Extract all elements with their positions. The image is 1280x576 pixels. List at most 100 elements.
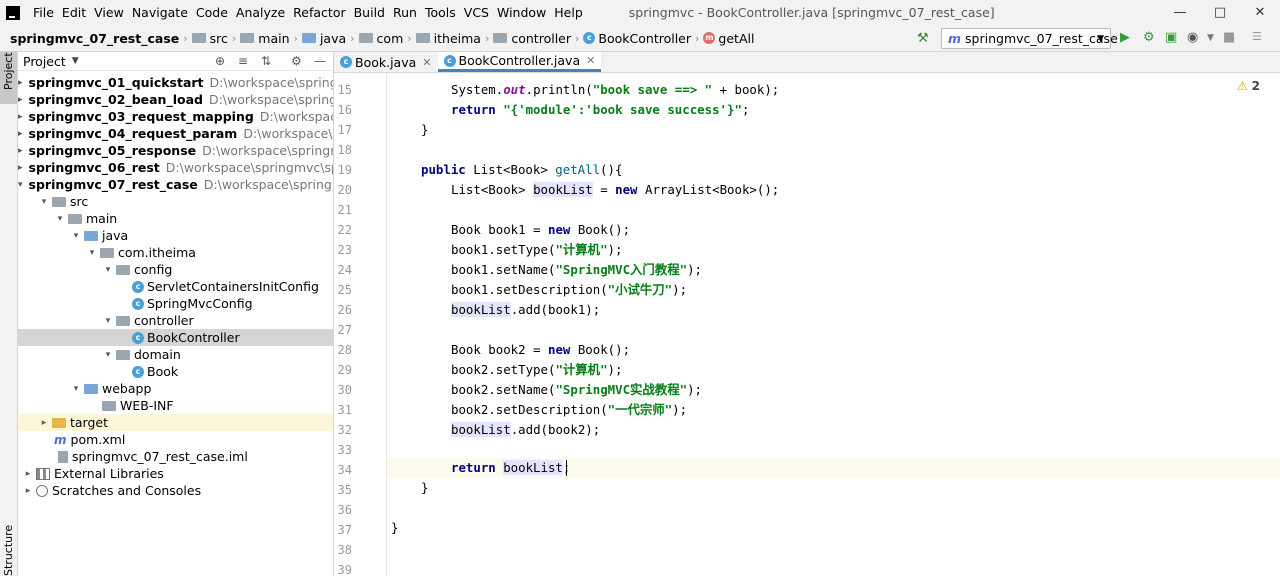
tree-item-class[interactable]: c Book — [18, 363, 333, 380]
chevron-right-icon[interactable]: ▸ — [18, 78, 23, 88]
tree-item-module[interactable]: ▾ springmvc_07_rest_case D:\workspace\spri… — [18, 176, 333, 193]
breadcrumb-project[interactable]: springmvc_07_rest_case — [10, 31, 179, 46]
tree-item-module[interactable]: ▸ springmvc_01_quickstart D:\workspace\spr… — [18, 74, 333, 91]
breadcrumb-com[interactable]: com — [358, 31, 403, 46]
run-icon[interactable]: ▶ — [1120, 30, 1130, 45]
tree-item-module[interactable]: ▸ springmvc_04_request_param D:\workspace\… — [18, 125, 333, 142]
breadcrumb-java[interactable]: java — [301, 31, 346, 46]
menu-help[interactable]: Help — [550, 0, 587, 25]
menu-vcs[interactable]: VCS — [460, 0, 493, 25]
menu-refactor[interactable]: Refactor — [289, 0, 349, 25]
tree-item-external-libraries[interactable]: ▸ External Libraries — [18, 465, 333, 482]
line-number: 32 — [337, 423, 352, 437]
code-line-28: Book book2 = new Book(); — [451, 342, 631, 357]
menu-code[interactable]: Code — [192, 0, 232, 25]
chevron-right-icon[interactable]: ▸ — [18, 163, 23, 173]
coverage-icon[interactable]: ▣ — [1165, 30, 1177, 45]
inspection-warnings[interactable]: ⚠ 2 — [1237, 79, 1260, 93]
gear-icon[interactable]: ⚙ — [291, 54, 302, 68]
menu-view[interactable]: View — [90, 0, 128, 25]
breadcrumb-controller[interactable]: controller — [493, 31, 571, 46]
structure-tool-tab[interactable]: Structure — [2, 525, 15, 576]
menu-run[interactable]: Run — [389, 0, 421, 25]
tree-item-scratches[interactable]: ▸ Scratches and Consoles — [18, 482, 333, 499]
breadcrumb-itheima[interactable]: itheima — [415, 31, 481, 46]
chevron-right-icon[interactable]: ▸ — [22, 469, 34, 479]
tree-item-class[interactable]: c SpringMvcConfig — [18, 295, 333, 312]
chevron-right-icon[interactable]: ▸ — [18, 129, 23, 139]
menu-tools[interactable]: Tools — [421, 0, 460, 25]
build-hammer-icon[interactable]: ⚒ — [917, 31, 929, 46]
expand-icon[interactable]: ⇅ — [261, 54, 271, 68]
tab-book-java[interactable]: c Book.java ✕ — [334, 52, 438, 72]
code-editor[interactable]: 15 16 17 18 19 20 21 22 23 24 25 26 27 2… — [334, 73, 1280, 576]
minimize-icon[interactable]: — — [1160, 0, 1200, 25]
chevron-down-icon[interactable]: ▾ — [18, 180, 23, 190]
chevron-down-icon[interactable]: ▾ — [102, 265, 114, 275]
chevron-right-icon[interactable]: ▸ — [38, 418, 50, 428]
close-icon[interactable]: ✕ — [1240, 0, 1280, 25]
tree-item-module[interactable]: ▸ springmvc_02_bean_load D:\workspace\spri… — [18, 91, 333, 108]
menu-edit[interactable]: Edit — [58, 0, 90, 25]
chevron-down-icon[interactable]: ▾ — [70, 231, 82, 241]
chevron-right-icon[interactable]: ▸ — [18, 95, 23, 105]
tree-item-src[interactable]: ▾ src — [18, 193, 333, 210]
menu-analyze[interactable]: Analyze — [232, 0, 289, 25]
line-number: 39 — [337, 563, 352, 576]
chevron-down-icon[interactable]: ▾ — [102, 350, 114, 360]
profile-icon[interactable]: ◉ — [1187, 30, 1198, 45]
tree-item-config[interactable]: ▾ config — [18, 261, 333, 278]
chevron-right-icon[interactable]: ▸ — [18, 112, 23, 122]
folder-icon — [358, 33, 373, 43]
locate-icon[interactable]: ⊕ — [215, 54, 225, 68]
tree-item-class[interactable]: c ServletContainersInitConfig — [18, 278, 333, 295]
chevron-right-icon[interactable]: ▸ — [18, 146, 23, 156]
chevron-down-icon[interactable]: ▾ — [86, 248, 98, 258]
breadcrumb-src[interactable]: src — [191, 31, 228, 46]
tree-item-controller[interactable]: ▾ controller — [18, 312, 333, 329]
library-icon — [36, 467, 50, 480]
tree-item-package[interactable]: ▾ com.itheima — [18, 244, 333, 261]
tree-item-webapp[interactable]: ▾ webapp — [18, 380, 333, 397]
breadcrumb-bookcontroller[interactable]: c BookController — [583, 31, 691, 46]
menu-navigate[interactable]: Navigate — [128, 0, 192, 25]
tree-item-class-selected[interactable]: c BookController — [18, 329, 333, 346]
tree-item-java[interactable]: ▾ java — [18, 227, 333, 244]
tree-item-target[interactable]: ▸ target — [18, 414, 333, 431]
run-configuration-select[interactable]: m springmvc_07_rest_case ▼ — [941, 28, 1118, 49]
tree-item-module[interactable]: ▸ springmvc_05_response D:\workspace\sprin… — [18, 142, 333, 159]
maximize-icon[interactable]: □ — [1200, 0, 1240, 25]
menu-file[interactable]: File — [29, 0, 58, 25]
collapse-all-icon[interactable]: ≡ — [238, 54, 248, 68]
tree-item-module[interactable]: ▸ springmvc_06_rest D:\workspace\springmvc… — [18, 159, 333, 176]
tree-item-pom[interactable]: m pom.xml — [18, 431, 333, 448]
close-icon[interactable]: ✕ — [422, 56, 431, 69]
project-view-label[interactable]: Project — [23, 54, 66, 69]
chevron-down-icon[interactable]: ▾ — [54, 214, 66, 224]
tree-item-web-inf[interactable]: WEB-INF — [18, 397, 333, 414]
tree-item-module[interactable]: ▸springmvc_03_request_mappingD:\workspac… — [18, 108, 333, 125]
line-number: 30 — [337, 383, 352, 397]
more-icon[interactable]: ☰ — [1252, 30, 1262, 43]
menu-window[interactable]: Window — [493, 0, 550, 25]
line-number: 31 — [337, 403, 352, 417]
chevron-down-icon[interactable]: ▾ — [102, 316, 114, 326]
hide-panel-icon[interactable]: — — [314, 54, 326, 68]
debug-icon[interactable]: ⚙ — [1143, 30, 1155, 45]
close-icon[interactable]: ✕ — [586, 54, 595, 67]
chevron-down-icon[interactable]: ▾ — [70, 384, 82, 394]
chevron-right-icon[interactable]: ▸ — [22, 486, 34, 496]
tree-item-iml[interactable]: springmvc_07_rest_case.iml — [18, 448, 333, 465]
breadcrumb-main[interactable]: main — [240, 31, 290, 46]
tree-item-main[interactable]: ▾ main — [18, 210, 333, 227]
tab-bookcontroller-java[interactable]: c BookController.java ✕ — [437, 52, 602, 72]
menu-build[interactable]: Build — [350, 0, 389, 25]
chevron-down-icon[interactable]: ▾ — [38, 197, 50, 207]
chevron-down-icon[interactable]: ▼ — [72, 56, 79, 66]
stop-icon[interactable]: ■ — [1223, 30, 1235, 45]
code-line-32: bookList.add(book2); — [451, 422, 601, 437]
project-tool-tab[interactable]: Project — [0, 52, 17, 104]
chevron-down-icon[interactable]: ▼ — [1207, 33, 1214, 43]
breadcrumb-getall[interactable]: m getAll — [703, 31, 754, 46]
tree-item-domain[interactable]: ▾ domain — [18, 346, 333, 363]
